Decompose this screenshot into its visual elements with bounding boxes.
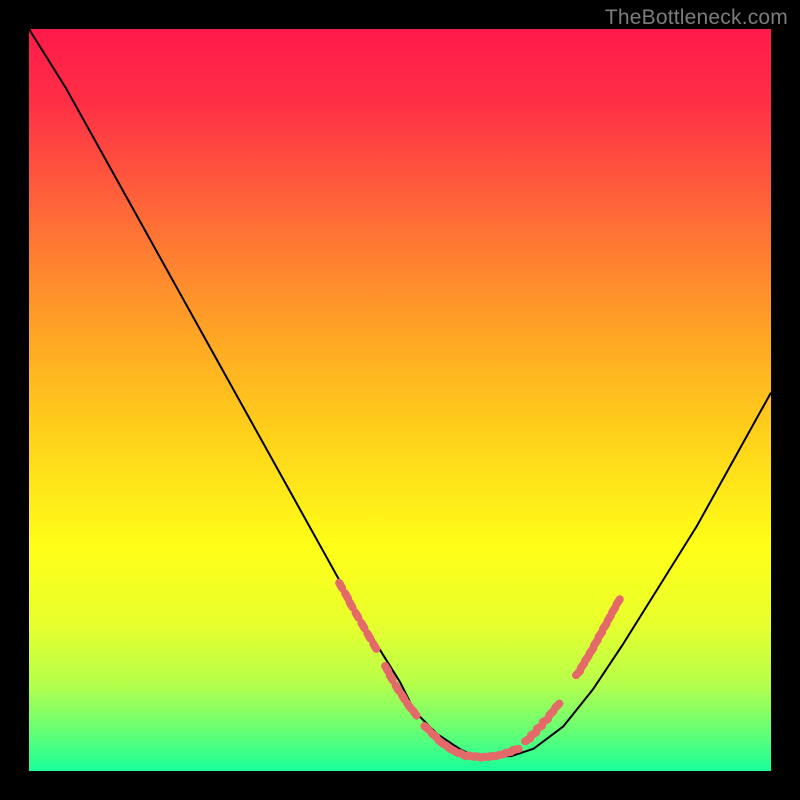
plot-background <box>29 29 771 771</box>
chart-frame <box>29 29 771 771</box>
watermark-text: TheBottleneck.com <box>605 6 788 30</box>
chart-svg <box>29 29 771 771</box>
